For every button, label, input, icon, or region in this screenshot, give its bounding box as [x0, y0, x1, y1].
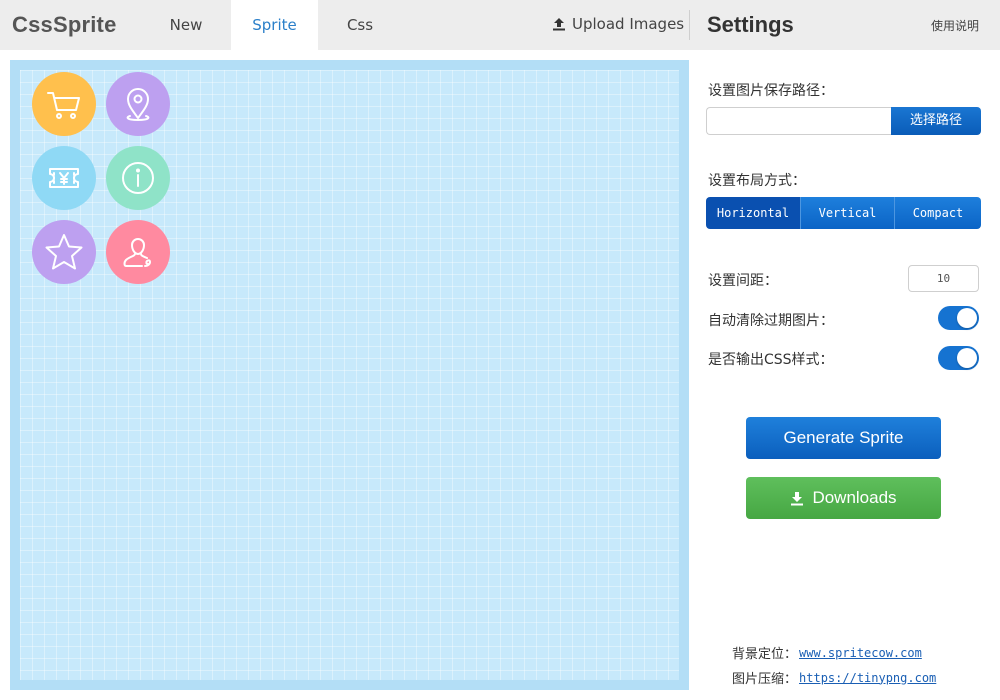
upload-images-button[interactable]: Upload Images [552, 15, 684, 33]
tinypng-link[interactable]: https://tinypng.com [799, 671, 936, 685]
downloads-label: Downloads [812, 488, 897, 507]
layout-compact-button[interactable]: Compact [894, 197, 981, 229]
download-icon [791, 491, 804, 505]
toggle-knob [957, 348, 977, 368]
app-logo: CssSprite [12, 12, 117, 37]
info-icon[interactable] [106, 146, 170, 210]
footer-bg-position: 背景定位： www.spritecow.com [732, 643, 922, 663]
save-path-label: 设置图片保存路径： [708, 83, 834, 99]
top-bar: CssSprite New Sprite Css Upload Images S… [0, 0, 1000, 50]
user-icon[interactable] [106, 220, 170, 284]
auto-clear-toggle[interactable] [938, 306, 979, 330]
save-path-input[interactable] [706, 107, 892, 135]
star-icon[interactable] [32, 220, 96, 284]
spacing-label: 设置间距： [708, 273, 778, 289]
spacing-input[interactable] [908, 265, 979, 292]
tab-css[interactable]: Css [330, 0, 390, 50]
upload-icon [553, 18, 565, 31]
layout-horizontal-button[interactable]: Horizontal [706, 197, 800, 229]
tab-sprite[interactable]: Sprite [231, 0, 318, 50]
downloads-button[interactable]: Downloads [746, 477, 941, 519]
sprite-canvas [10, 60, 689, 690]
layout-label: 设置布局方式： [708, 173, 806, 189]
divider [689, 10, 690, 40]
output-css-toggle[interactable] [938, 346, 979, 370]
location-pin-icon[interactable] [106, 72, 170, 136]
settings-title: Settings [707, 12, 794, 37]
upload-label: Upload Images [572, 15, 685, 33]
output-css-label: 是否输出CSS样式： [708, 352, 834, 368]
generate-sprite-button[interactable]: Generate Sprite [746, 417, 941, 459]
help-link[interactable]: 使用说明 [931, 17, 979, 34]
tab-new[interactable]: New [155, 0, 217, 50]
sprite-canvas-grid [20, 70, 679, 680]
choose-path-button[interactable]: 选择路径 [891, 107, 981, 135]
footer-label: 背景定位： [732, 647, 798, 662]
footer-label: 图片压缩： [732, 672, 798, 687]
footer-compress: 图片压缩： https://tinypng.com [732, 668, 936, 688]
cart-icon[interactable] [32, 72, 96, 136]
ticket-yen-icon[interactable] [32, 146, 96, 210]
auto-clear-label: 自动清除过期图片： [708, 313, 834, 329]
layout-vertical-button[interactable]: Vertical [800, 197, 894, 229]
toggle-knob [957, 308, 977, 328]
spritecow-link[interactable]: www.spritecow.com [799, 646, 922, 660]
